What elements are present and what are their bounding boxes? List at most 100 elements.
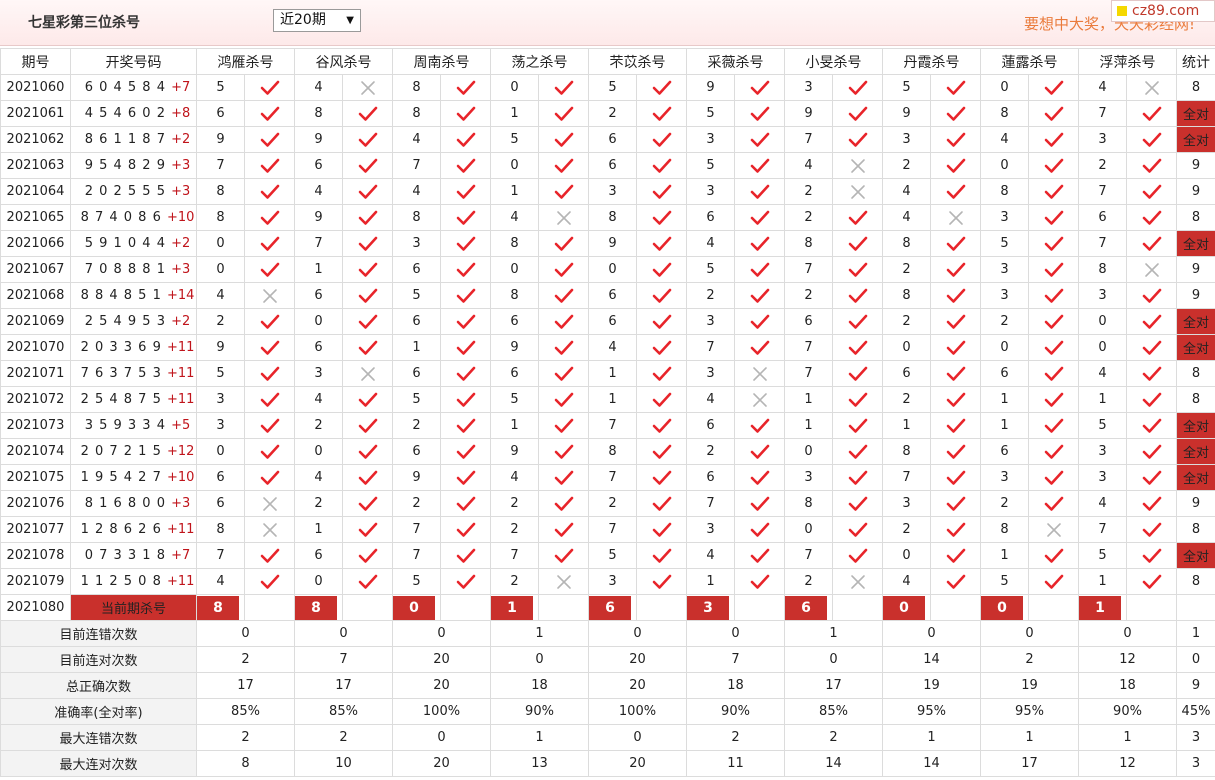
- current-kill-label: 当前期杀号: [70, 594, 197, 621]
- draw-extra: +14: [167, 288, 195, 303]
- check-icon: [832, 490, 883, 517]
- stats-row: 总正确次数 17 17 20 18 20 18 17 19 19 18 9: [0, 672, 1215, 699]
- period-cell: 2021062: [0, 126, 71, 153]
- stats-value: 0: [686, 620, 785, 647]
- header-expert[interactable]: 小旻杀号: [784, 48, 883, 75]
- check-icon: [832, 386, 883, 413]
- stats-value: 18: [490, 672, 589, 699]
- kill-number-cell: 6: [588, 126, 637, 153]
- kill-number-cell: 8: [490, 230, 539, 257]
- check-icon: [1126, 542, 1177, 569]
- kill-number-cell: 6: [882, 360, 931, 387]
- header-expert[interactable]: 丹霞杀号: [882, 48, 981, 75]
- kill-number-cell: 9: [686, 74, 735, 101]
- kill-number-cell: 6: [196, 490, 245, 517]
- kill-number-cell: 1: [1078, 386, 1127, 413]
- draw-cell: 8 8 4 8 5 1 +14: [70, 282, 197, 309]
- check-icon: [440, 542, 491, 569]
- kill-number-cell: 3: [686, 126, 735, 153]
- table-row: 2021066 5 9 1 0 4 4 +2 0 7 3 8 9 4 8 8 5 7 全对: [0, 230, 1215, 257]
- check-icon: [1028, 282, 1079, 309]
- stats-value: 95%: [882, 698, 981, 725]
- kill-number-cell: 6: [294, 282, 343, 309]
- kill-number-cell: 3: [1078, 464, 1127, 491]
- kill-number-cell: 5: [1078, 542, 1127, 569]
- check-icon: [734, 334, 785, 361]
- header-expert[interactable]: 周南杀号: [392, 48, 491, 75]
- check-icon: [440, 438, 491, 465]
- kill-number-cell: 4: [882, 204, 931, 231]
- table-row: 2021064 2 0 2 5 5 5 +3 8 4 4 1 3 3 2 4 8 7 9: [0, 178, 1215, 205]
- draw-extra: +2: [171, 236, 191, 251]
- header-expert[interactable]: 谷风杀号: [294, 48, 393, 75]
- check-icon: [734, 516, 785, 543]
- check-icon: [930, 282, 981, 309]
- stats-value: 0: [980, 620, 1079, 647]
- page-title: 七星彩第三位杀号: [28, 15, 140, 31]
- check-icon: [1028, 230, 1079, 257]
- kill-number-cell: 2: [588, 100, 637, 127]
- stats-total: 3: [1176, 724, 1215, 751]
- period-range-select[interactable]: 近20期 ▼: [273, 9, 361, 32]
- check-icon: [244, 412, 295, 439]
- check-icon: [930, 230, 981, 257]
- check-icon: [538, 126, 589, 153]
- kill-number-cell: 2: [490, 568, 539, 595]
- cross-icon: [930, 204, 981, 231]
- kill-number-cell: 6: [686, 464, 735, 491]
- kill-number-cell: 4: [882, 568, 931, 595]
- kill-number-cell: 1: [294, 256, 343, 283]
- stats-value: 20: [588, 646, 687, 673]
- stats-value: 90%: [490, 698, 589, 725]
- check-icon: [636, 256, 687, 283]
- check-icon: [930, 386, 981, 413]
- kill-number-cell: 6: [1078, 204, 1127, 231]
- kill-number-cell: 3: [1078, 282, 1127, 309]
- check-icon: [734, 568, 785, 595]
- check-icon: [1126, 412, 1177, 439]
- check-icon: [1028, 126, 1079, 153]
- header-expert[interactable]: 采薇杀号: [686, 48, 785, 75]
- check-icon: [342, 126, 393, 153]
- check-icon: [832, 360, 883, 387]
- check-icon: [1028, 360, 1079, 387]
- draw-numbers: 2 0 3 3 6 9: [80, 340, 162, 355]
- check-icon: [342, 100, 393, 127]
- cross-icon: [538, 568, 589, 595]
- kill-number-cell: 7: [1078, 230, 1127, 257]
- cross-icon: [832, 178, 883, 205]
- check-icon: [538, 178, 589, 205]
- stats-value: 90%: [1078, 698, 1177, 725]
- kill-number-cell: 4: [294, 464, 343, 491]
- check-icon: [440, 100, 491, 127]
- header-expert[interactable]: 荡之杀号: [490, 48, 589, 75]
- header-expert[interactable]: 鸿雁杀号: [196, 48, 295, 75]
- kill-number-cell: 7: [686, 334, 735, 361]
- kill-number-cell: 0: [490, 256, 539, 283]
- kill-number-cell: 5: [392, 386, 441, 413]
- site-logo[interactable]: cz89.com: [1111, 0, 1215, 22]
- cross-icon: [244, 490, 295, 517]
- header-expert[interactable]: 浮萍杀号: [1078, 48, 1177, 75]
- draw-cell: 2 0 7 2 1 5 +12: [70, 438, 197, 465]
- stats-value: 2: [980, 646, 1079, 673]
- check-icon: [636, 438, 687, 465]
- kill-number-cell: 9: [294, 204, 343, 231]
- check-icon: [440, 152, 491, 179]
- check-icon: [538, 100, 589, 127]
- check-icon: [930, 152, 981, 179]
- cross-icon: [1126, 256, 1177, 283]
- check-icon: [1028, 386, 1079, 413]
- draw-numbers: 1 2 8 6 2 6: [80, 522, 162, 537]
- logo-square-icon: [1117, 6, 1127, 16]
- header-expert[interactable]: 芣苡杀号: [588, 48, 687, 75]
- check-icon: [1126, 204, 1177, 231]
- kill-number-cell: 6: [294, 334, 343, 361]
- kill-number-cell: 0: [196, 256, 245, 283]
- check-icon: [930, 334, 981, 361]
- kill-number-cell: 4: [294, 178, 343, 205]
- header-expert[interactable]: 蓮露杀号: [980, 48, 1079, 75]
- check-icon: [440, 204, 491, 231]
- stats-value: 20: [392, 750, 491, 777]
- stats-value: 0: [392, 620, 491, 647]
